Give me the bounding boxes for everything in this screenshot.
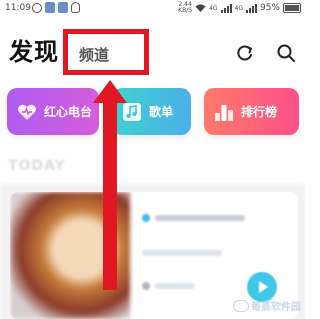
watermark: 每蒸软件园 (233, 298, 301, 313)
annotation-arrow (93, 80, 127, 290)
watermark-text: 每蒸软件园 (251, 302, 301, 313)
cloud-logo-icon (233, 299, 249, 312)
